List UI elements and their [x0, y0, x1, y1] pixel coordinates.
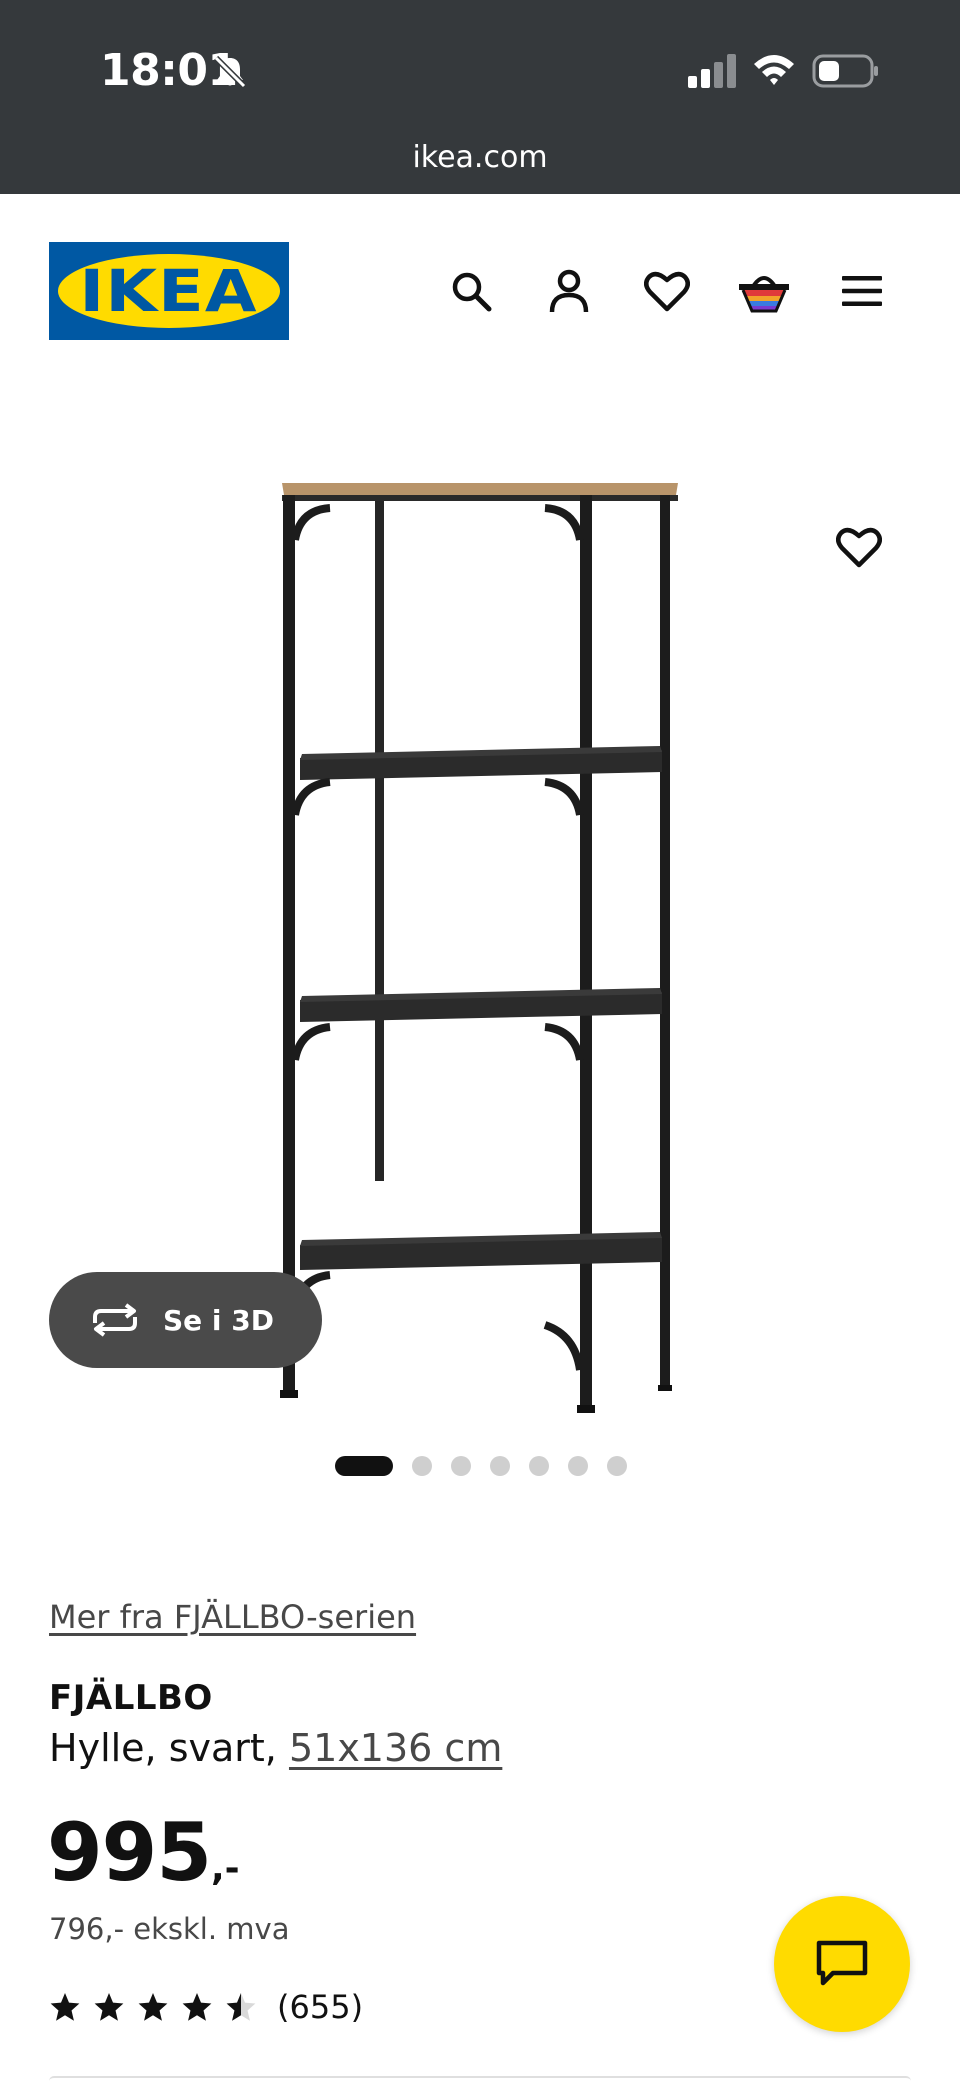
product-image[interactable]	[230, 440, 730, 1420]
wifi-icon	[754, 55, 794, 85]
price-suffix: ,-	[211, 1848, 240, 1889]
rotate-3d-icon	[93, 1303, 137, 1337]
menu-icon	[842, 276, 882, 306]
gallery-dot[interactable]	[607, 1456, 627, 1476]
status-bar: 18:01 ikea.com	[0, 0, 960, 194]
basket-icon	[739, 276, 789, 313]
series-link[interactable]: Mer fra FJÄLLBO-serien	[49, 1598, 416, 1636]
basket-button[interactable]	[738, 265, 790, 317]
product-rating[interactable]: (655)	[49, 1988, 363, 2026]
star-full-icon	[138, 1993, 168, 2021]
gallery-dot-active[interactable]	[335, 1456, 393, 1476]
gallery-dot[interactable]	[568, 1456, 588, 1476]
gallery-dot[interactable]	[451, 1456, 471, 1476]
next-section-edge	[49, 2076, 911, 2081]
heart-icon	[836, 527, 882, 568]
gallery-dot[interactable]	[412, 1456, 432, 1476]
gallery-dot[interactable]	[529, 1456, 549, 1476]
price-excluding-vat: 796,- ekskl. mva	[49, 1912, 290, 1946]
battery-icon	[812, 54, 878, 88]
gallery-pagination	[0, 1456, 960, 1476]
bell-muted-icon	[213, 55, 247, 89]
gallery-dot[interactable]	[490, 1456, 510, 1476]
address-bar-url[interactable]: ikea.com	[0, 140, 960, 175]
view-in-3d-button[interactable]: Se i 3D	[49, 1272, 322, 1368]
heart-icon	[644, 271, 690, 312]
chat-icon	[816, 1940, 868, 1986]
product-price: 995 ,-	[47, 1806, 240, 1899]
star-full-icon	[94, 1993, 124, 2021]
menu-button[interactable]	[836, 265, 888, 317]
rating-count: (655)	[277, 1988, 364, 2026]
product-description: Hylle, svart, 51x136 cm	[49, 1726, 502, 1770]
save-to-favourites-button[interactable]	[836, 526, 888, 578]
ikea-logo[interactable]: IKEA	[49, 242, 289, 340]
account-button[interactable]	[543, 265, 595, 317]
chat-button[interactable]	[774, 1896, 910, 2032]
account-icon	[549, 269, 589, 313]
view-in-3d-label: Se i 3D	[163, 1303, 274, 1337]
logo-text: IKEA	[79, 257, 259, 325]
site-header: IKEA	[0, 194, 960, 380]
star-full-icon	[182, 1993, 212, 2021]
size-link[interactable]: 51x136 cm	[289, 1726, 502, 1770]
product-name: FJÄLLBO	[49, 1678, 213, 1718]
search-button[interactable]	[445, 265, 497, 317]
product-type: Hylle, svart,	[49, 1726, 289, 1770]
cellular-signal-icon	[688, 54, 736, 88]
star-full-icon	[50, 1993, 80, 2021]
star-half-icon	[226, 1993, 256, 2021]
favourites-button[interactable]	[641, 265, 693, 317]
price-value: 995	[47, 1806, 212, 1899]
search-icon	[452, 272, 492, 312]
logo-oval: IKEA	[58, 254, 280, 328]
